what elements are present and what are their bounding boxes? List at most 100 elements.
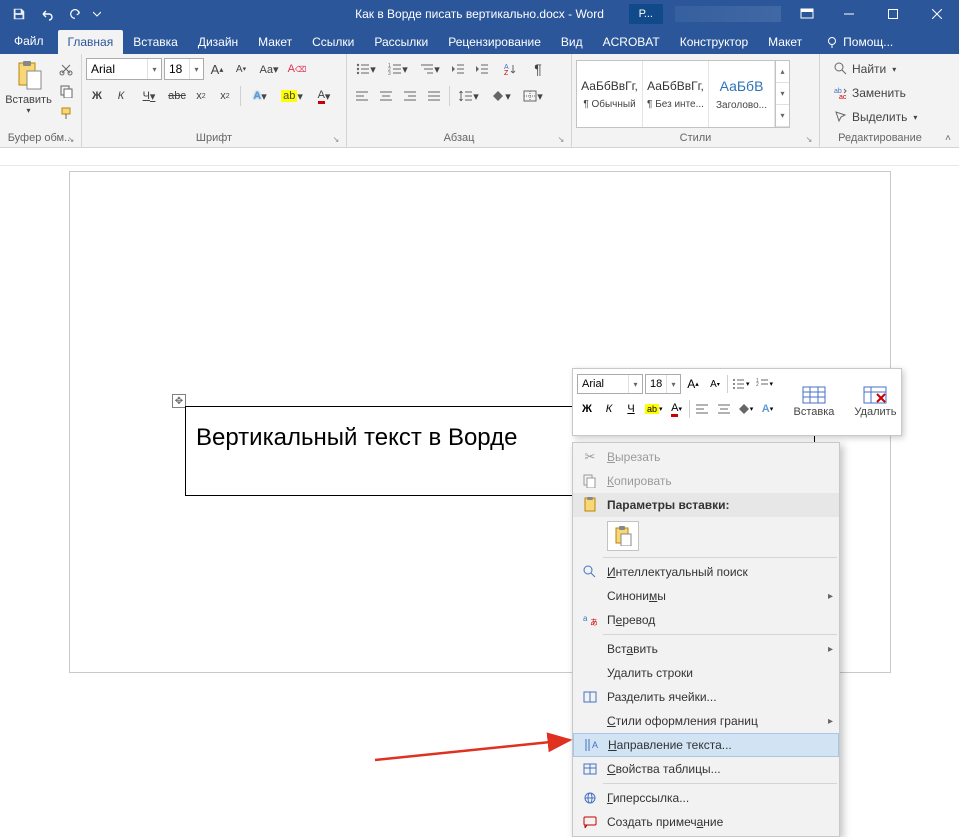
cm-text-direction[interactable]: AНаправление текста... (573, 733, 839, 757)
sort-button[interactable]: AZ (495, 58, 525, 80)
mt-font-name-input[interactable] (578, 378, 628, 390)
font-name-combo[interactable]: ▾ (86, 58, 162, 80)
tab-table-design[interactable]: Конструктор (670, 30, 758, 54)
tab-insert[interactable]: Вставка (123, 30, 188, 54)
mt-grow-font[interactable]: A▴ (683, 373, 703, 395)
justify-button[interactable] (423, 85, 445, 107)
paragraph-launcher[interactable] (555, 134, 567, 146)
clipboard-launcher[interactable] (65, 134, 77, 146)
copy-button[interactable] (55, 80, 77, 102)
style-scroll-down[interactable]: ▾ (776, 83, 789, 105)
close-button[interactable] (915, 0, 959, 28)
cm-split-cells[interactable]: Разделить ячейки... (573, 685, 839, 709)
mt-align-left[interactable] (692, 398, 712, 420)
align-right-button[interactable] (399, 85, 421, 107)
multilevel-list-button[interactable]: ▾ (415, 58, 445, 80)
mt-font-size-combo[interactable]: ▾ (645, 374, 681, 394)
user-badge[interactable]: Р... (629, 4, 663, 24)
change-case-button[interactable]: Aa▾ (254, 58, 284, 80)
tab-layout[interactable]: Макет (248, 30, 302, 54)
highlight-button[interactable]: ab▾ (277, 85, 307, 107)
increase-indent-button[interactable] (471, 58, 493, 80)
bold-button[interactable]: Ж (86, 85, 108, 107)
cm-synonyms[interactable]: Синонимы▸ (573, 584, 839, 608)
grow-font-button[interactable]: A▴ (206, 58, 228, 80)
line-spacing-button[interactable]: ▾ (454, 85, 484, 107)
mt-underline[interactable]: Ч (621, 398, 641, 420)
undo-button[interactable] (34, 3, 60, 25)
borders-button[interactable]: ▾ (518, 85, 548, 107)
cm-paste-keep-source[interactable] (607, 521, 639, 551)
chevron-down-icon[interactable]: ▾ (628, 375, 642, 393)
format-painter-button[interactable] (55, 102, 77, 124)
tab-file[interactable]: Файл (0, 28, 58, 54)
cm-translate[interactable]: aあПеревод (573, 608, 839, 632)
tab-mailings[interactable]: Рассылки (364, 30, 438, 54)
cm-border-styles[interactable]: Стили оформления границ▸ (573, 709, 839, 733)
save-button[interactable] (6, 3, 32, 25)
tab-table-layout[interactable]: Макет (758, 30, 812, 54)
mt-delete-table[interactable]: Удалить (846, 369, 904, 435)
style-no-spacing[interactable]: АаБбВвГг,¶ Без инте... (643, 61, 709, 127)
tab-review[interactable]: Рецензирование (438, 30, 551, 54)
cm-smart-lookup[interactable]: Интеллектуальный поиск (573, 560, 839, 584)
bullets-button[interactable]: ▾ (351, 58, 381, 80)
find-button[interactable]: Найти▾ (828, 58, 902, 80)
styles-launcher[interactable] (803, 134, 815, 146)
cm-table-properties[interactable]: Свойства таблицы... (573, 757, 839, 781)
cut-button[interactable] (55, 58, 77, 80)
mt-bold[interactable]: Ж (577, 398, 597, 420)
font-launcher[interactable] (330, 134, 342, 146)
select-button[interactable]: Выделить▾ (828, 106, 923, 128)
cm-insert[interactable]: Вставить▸ (573, 637, 839, 661)
text-effects-button[interactable]: A▾ (245, 85, 275, 107)
tab-references[interactable]: Ссылки (302, 30, 364, 54)
mt-insert-table[interactable]: Вставка (786, 369, 843, 435)
align-left-button[interactable] (351, 85, 373, 107)
numbering-button[interactable]: 123▾ (383, 58, 413, 80)
italic-button[interactable]: К (110, 85, 132, 107)
maximize-button[interactable] (871, 0, 915, 28)
mt-bullets[interactable]: ▾ (730, 373, 752, 395)
mt-styles[interactable]: A▾ (758, 398, 778, 420)
underline-button[interactable]: Ч▾ (134, 85, 164, 107)
chevron-down-icon[interactable]: ▾ (666, 375, 680, 393)
shading-button[interactable]: ▾ (486, 85, 516, 107)
chevron-down-icon[interactable]: ▾ (189, 59, 203, 79)
tell-me-search[interactable]: Помощ... (818, 30, 901, 54)
cm-new-comment[interactable]: Создать примечание (573, 810, 839, 834)
tab-view[interactable]: Вид (551, 30, 593, 54)
chevron-down-icon[interactable]: ▾ (147, 59, 161, 79)
clear-formatting-button[interactable]: A⌫ (286, 58, 308, 80)
font-name-input[interactable] (87, 62, 147, 76)
style-expand[interactable]: ▾ (776, 105, 789, 127)
tab-design[interactable]: Дизайн (188, 30, 248, 54)
style-scroll-up[interactable]: ▴ (776, 61, 789, 83)
style-normal[interactable]: АаБбВвГг,¶ Обычный (577, 61, 643, 127)
table-move-handle[interactable]: ✥ (172, 394, 186, 408)
minimize-button[interactable] (827, 0, 871, 28)
mt-font-color[interactable]: A▾ (667, 398, 687, 420)
mt-font-name-combo[interactable]: ▾ (577, 374, 643, 394)
style-heading1[interactable]: АаБбВЗаголово... (709, 61, 775, 127)
qat-customize[interactable] (90, 3, 104, 25)
show-marks-button[interactable]: ¶ (527, 58, 549, 80)
paste-button[interactable]: Вставить ▾ (4, 58, 53, 128)
mt-numbering[interactable]: 12▾ (754, 373, 776, 395)
font-size-combo[interactable]: ▾ (164, 58, 204, 80)
strikethrough-button[interactable]: abc (166, 85, 188, 107)
mt-align-center[interactable] (714, 398, 734, 420)
cm-delete-rows[interactable]: Удалить строки (573, 661, 839, 685)
superscript-button[interactable]: x2 (214, 85, 236, 107)
mt-shading[interactable]: ▾ (736, 398, 756, 420)
tab-acrobat[interactable]: ACROBAT (593, 30, 670, 54)
redo-button[interactable] (62, 3, 88, 25)
align-center-button[interactable] (375, 85, 397, 107)
font-color-button[interactable]: A▾ (309, 85, 339, 107)
collapse-ribbon-button[interactable]: ˄ (939, 131, 957, 145)
shrink-font-button[interactable]: A▾ (230, 58, 252, 80)
mt-font-size-input[interactable] (646, 378, 666, 390)
subscript-button[interactable]: x2 (190, 85, 212, 107)
decrease-indent-button[interactable] (447, 58, 469, 80)
cm-hyperlink[interactable]: Гиперссылка... (573, 786, 839, 810)
